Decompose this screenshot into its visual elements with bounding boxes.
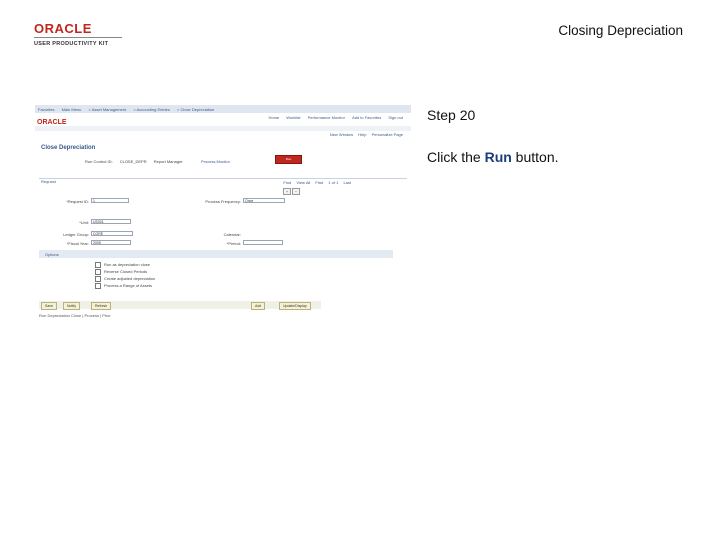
checkbox-icon[interactable] <box>95 283 101 289</box>
instruction-target: Run <box>484 149 512 165</box>
request-id-label: *Request ID: <box>66 199 89 204</box>
page-utility-links: New Window Help Personalize Page <box>326 132 403 137</box>
row-action-icons: + − <box>283 188 301 195</box>
update-display-button[interactable]: Update/Display <box>279 302 311 310</box>
report-manager-link[interactable]: Report Manager <box>154 159 183 164</box>
period-label: *Period: <box>226 241 241 246</box>
request-id-field[interactable]: 1 <box>91 198 129 203</box>
option-row[interactable]: Run as depreciation close <box>95 262 150 268</box>
options-band <box>39 250 393 258</box>
run-control-label: Run Control ID: <box>85 159 113 164</box>
grid-view-all-link[interactable]: View All <box>296 180 310 185</box>
period-field[interactable] <box>243 240 283 245</box>
option-row[interactable]: Create adjusted depreciation <box>95 276 155 282</box>
page-title: Closing Depreciation <box>558 23 683 38</box>
header-link[interactable]: Home <box>269 115 280 120</box>
unit-label: *Unit: <box>79 220 89 225</box>
grid-navigation: Find View All First 1 of 1 Last <box>279 180 351 185</box>
logo-brand: ORACLE <box>34 21 92 36</box>
section-divider <box>39 178 407 179</box>
instruction-suffix: button. <box>511 149 559 165</box>
checkbox-icon[interactable] <box>95 269 101 275</box>
header-link[interactable]: Add to Favorites <box>352 115 381 120</box>
instruction-prefix: Click the <box>427 149 485 165</box>
add-button[interactable]: Add <box>251 302 266 310</box>
header-link[interactable]: Worklist <box>286 115 300 120</box>
oracle-upk-logo: ORACLE USER PRODUCTIVITY KIT <box>34 22 126 47</box>
fiscal-year-field[interactable]: 2005 <box>91 240 131 245</box>
header-link[interactable]: Performance Monitor <box>308 115 345 120</box>
option-row[interactable]: Process a Range of Assets <box>95 283 152 289</box>
fiscal-year-label: *Fiscal Year: <box>66 241 89 246</box>
option-label: Create adjusted depreciation <box>104 276 156 282</box>
nav-item[interactable]: > Close Depreciation <box>177 107 214 112</box>
nav-item[interactable]: Favorites <box>38 107 54 112</box>
header-band <box>35 126 411 131</box>
utility-link[interactable]: New Window <box>330 132 353 137</box>
utility-link[interactable]: Help <box>358 132 366 137</box>
request-section-label: Request <box>41 179 56 184</box>
app-page-title: Close Depreciation <box>41 145 96 151</box>
app-screenshot: Favorites Main Menu > Asset Management >… <box>35 105 411 320</box>
header-link[interactable]: Sign out <box>388 115 403 120</box>
ledger-group-label: Ledger Group: <box>63 232 89 237</box>
grid-first-link[interactable]: First <box>315 180 323 185</box>
process-frequency-select[interactable]: Once <box>243 198 285 203</box>
option-label: Run as depreciation close <box>104 262 151 268</box>
logo-subtitle: USER PRODUCTIVITY KIT <box>34 41 109 47</box>
grid-find-link[interactable]: Find <box>283 180 291 185</box>
option-label: Reverse Closed Periods <box>104 269 148 275</box>
nav-item[interactable]: > Asset Management <box>89 107 127 112</box>
calendar-label: Calendar: <box>223 232 241 237</box>
refresh-button[interactable]: Refresh <box>91 302 112 310</box>
notify-button[interactable]: Notify <box>63 302 80 310</box>
option-label: Process a Range of Assets <box>104 283 153 289</box>
process-monitor-link[interactable]: Process Monitor <box>201 159 230 164</box>
nav-item[interactable]: Main Menu <box>62 107 82 112</box>
unit-field[interactable]: US001 <box>91 219 131 224</box>
checkbox-icon[interactable] <box>95 262 101 268</box>
step-label: Step 20 <box>427 107 476 123</box>
run-control-line: Run Control ID: CLOSE_DEPR Report Manage… <box>85 159 189 164</box>
app-logo: ORACLE <box>37 119 67 126</box>
ledger-group-select[interactable]: CORE <box>91 231 133 236</box>
delete-row-icon[interactable]: − <box>292 188 300 195</box>
page-footer-links[interactable]: Run Depreciation Close | Process | Prior <box>39 313 111 318</box>
nav-item[interactable]: > Accounting Entries <box>133 107 170 112</box>
grid-count: 1 of 1 <box>328 180 339 185</box>
run-button[interactable]: Run <box>275 155 302 164</box>
logo-divider <box>34 37 122 38</box>
utility-link[interactable]: Personalize Page <box>372 132 403 137</box>
add-row-icon[interactable]: + <box>283 188 291 195</box>
breadcrumb: Favorites Main Menu > Asset Management >… <box>38 107 220 112</box>
instruction-text: Click the Run button. <box>427 149 559 165</box>
option-row[interactable]: Reverse Closed Periods <box>95 269 147 275</box>
checkbox-icon[interactable] <box>95 276 101 282</box>
save-button[interactable]: Save <box>41 302 57 310</box>
options-label: Options <box>45 252 59 257</box>
grid-last-link[interactable]: Last <box>343 180 351 185</box>
header-links: Home Worklist Performance Monitor Add to… <box>263 115 404 120</box>
process-frequency-label: Process Frequency: <box>205 199 241 204</box>
run-control-value: CLOSE_DEPR <box>119 159 147 164</box>
